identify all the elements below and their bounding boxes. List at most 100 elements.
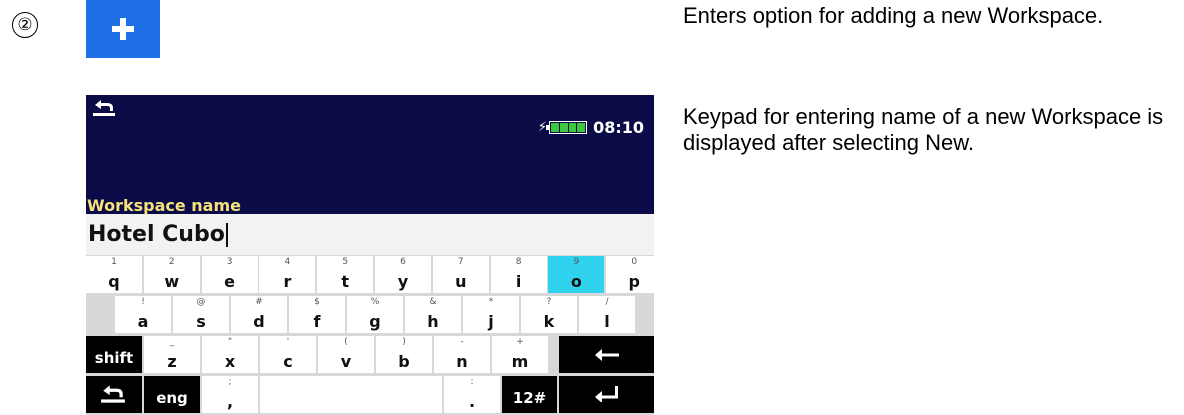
key-secondary-label: 1 [111,257,117,267]
key-secondary-label: - [460,337,464,347]
comma-key-secondary: ; [228,377,232,387]
key-i[interactable]: 8i [490,256,547,293]
workspace-name-input[interactable]: Hotel Cubo [86,214,654,255]
language-key[interactable]: eng [144,376,200,413]
key-primary-label: y [397,272,409,291]
key-secondary-label: @ [196,297,206,307]
key-secondary-label: $ [314,297,320,307]
key-primary-label: j [488,312,494,331]
key-q[interactable]: 1q [86,256,142,293]
key-secondary-label: * [488,297,494,307]
key-c[interactable]: ' c [260,336,316,373]
key-y[interactable]: 6y [375,256,431,293]
symbols-key-label: 12# [512,389,547,407]
key-w[interactable]: 2w [143,256,200,293]
shift-key-label: shift [94,349,134,367]
key-s[interactable]: @ s [173,296,229,333]
key-f[interactable]: $ f [289,296,345,333]
text-caret [225,222,228,247]
key-secondary-label: ! [141,297,145,307]
key-primary-label: r [283,272,292,291]
key-secondary-label: 2 [168,257,175,267]
key-secondary-label: + [516,337,524,347]
period-key[interactable]: : . [444,376,500,413]
key-primary-label: m [511,352,529,371]
key-secondary-label: ' [286,337,290,347]
key-h[interactable]: & h [405,296,461,333]
key-primary-label: z [167,352,177,371]
comma-key[interactable]: ; , [202,376,258,413]
key-primary-label: b [398,352,410,371]
key-primary-label: l [604,312,610,331]
field-label: Workspace name [87,196,241,215]
shift-key[interactable]: shift [86,336,142,373]
key-secondary-label: 8 [515,257,522,267]
key-secondary-label: ) [402,337,406,347]
key-secondary-label: # [255,297,263,307]
back-arrow-icon [93,100,115,116]
key-o[interactable]: 9o [548,256,605,293]
key-p[interactable]: 0p [606,256,663,293]
clock: 08:10 [593,118,644,137]
key-secondary-label: % [370,297,380,307]
key-primary-label: d [253,312,265,331]
key-primary-label: f [313,312,321,331]
key-z[interactable]: _ z [144,336,200,373]
key-secondary-label: " [227,337,233,347]
key-x[interactable]: " x [202,336,258,373]
key-secondary-label: 5 [342,257,349,267]
key-secondary-label: / [605,297,609,307]
status-bar: ⚡ 08:10 [538,118,644,137]
period-key-primary: . [468,392,476,411]
key-primary-label: k [543,312,555,331]
key-j[interactable]: * j [463,296,519,333]
key-secondary-label: & [429,297,437,307]
input-value: Hotel Cubo [88,222,225,247]
enter-key[interactable] [559,376,654,413]
key-primary-label: o [570,272,582,291]
back-key[interactable] [86,376,142,413]
key-secondary-label: 6 [400,257,406,267]
key-primary-label: t [341,272,350,291]
key-k[interactable]: ? k [521,296,577,333]
key-primary-label: x [224,352,236,371]
key-g[interactable]: % g [347,296,403,333]
key-primary-label: c [283,352,293,371]
key-n[interactable]: -n [434,336,490,373]
key-a[interactable]: ! a [115,296,171,333]
key-primary-label: e [224,272,236,291]
backspace-icon [595,349,619,361]
key-secondary-label: _ [169,337,175,347]
key-primary-label: u [455,272,467,291]
backspace-key[interactable] [559,336,654,373]
key-v[interactable]: (v [318,336,374,373]
key-primary-label: v [340,352,352,371]
key-primary-label: p [628,272,640,291]
key-b[interactable]: ) b [376,336,432,373]
enter-icon [595,386,618,402]
key-secondary-label: 4 [284,257,291,267]
key-m[interactable]: + m [492,336,548,373]
add-workspace-button[interactable] [86,0,160,58]
key-l[interactable]: / l [579,296,635,333]
key-primary-label: h [427,312,439,331]
key-secondary-label: 3 [226,257,233,267]
language-key-label: eng [156,389,188,407]
key-primary-label: n [456,352,468,371]
key-primary-label: g [369,312,381,331]
plus-icon [112,18,134,40]
key-t[interactable]: 5t [317,256,374,293]
device-screen: ⚡ 08:10 Workspace name Hotel Cubo eng sh… [86,95,663,415]
key-u[interactable]: 7u [432,256,489,293]
keypad-description: Keypad for entering name of a new Worksp… [683,104,1164,155]
screen-header: ⚡ 08:10 Workspace name [86,95,654,215]
key-r[interactable]: 4r [259,256,316,293]
add-button-description: Enters option for adding a new Workspace… [683,3,1104,28]
symbols-key[interactable]: 12# [502,376,557,413]
back-button[interactable] [92,99,116,122]
key-d[interactable]: # d [231,296,287,333]
key-e[interactable]: 3e [201,256,258,293]
battery-charging-icon [546,121,588,134]
step-number: ② [12,12,38,38]
space-key[interactable] [260,376,442,413]
